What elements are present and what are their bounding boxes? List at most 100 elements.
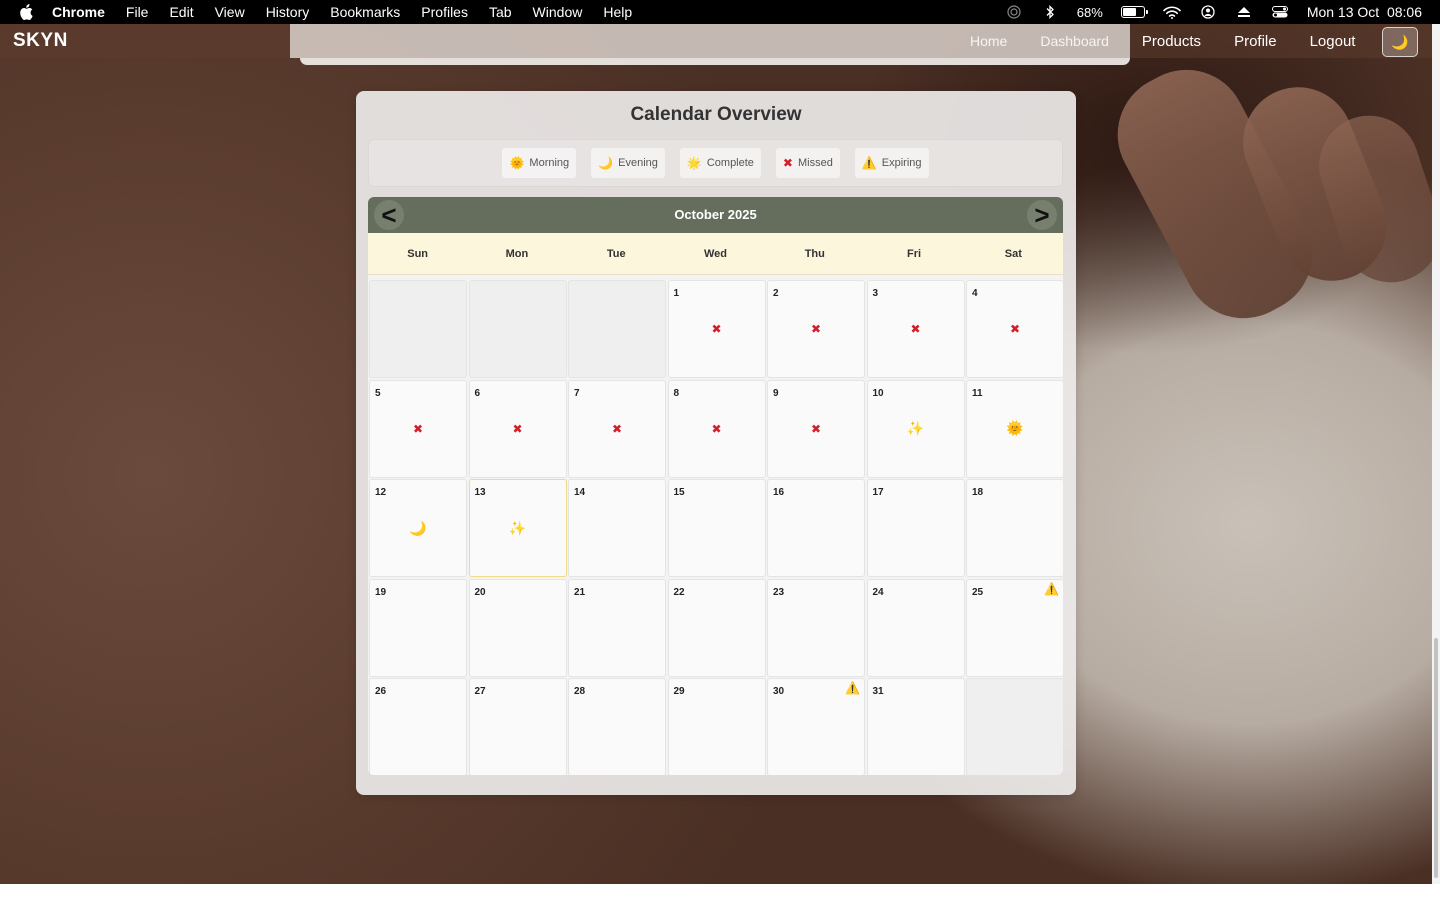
menu-view[interactable]: View — [215, 4, 245, 20]
day-number: 17 — [872, 487, 884, 498]
month-label: October 2025 — [674, 207, 757, 222]
calendar-day-cell[interactable]: 13 ✨ — [468, 479, 567, 577]
page-scrollbar[interactable] — [1432, 24, 1440, 884]
nav-dashboard[interactable]: Dashboard — [1040, 33, 1109, 49]
calendar-day-cell[interactable]: 31 — [866, 678, 965, 775]
bluetooth-icon[interactable] — [1041, 5, 1059, 19]
theme-toggle-button[interactable]: 🌙 — [1382, 27, 1418, 57]
menu-window[interactable]: Window — [533, 4, 583, 20]
menubar-status-area: 68% Mon 13 Oct 08:06 — [1005, 0, 1422, 24]
cross-icon: ✖ — [711, 421, 722, 436]
day-number: 23 — [773, 586, 785, 598]
sun-icon: 🌞 — [509, 156, 525, 170]
calendar-day-cell[interactable]: 8 ✖ — [667, 379, 766, 478]
calendar-empty-cell — [468, 280, 567, 378]
calendar-day-cell[interactable]: 12 🌙 — [369, 479, 467, 577]
weekday-mon: Mon — [505, 247, 529, 260]
airdrop-icon[interactable] — [1005, 5, 1023, 19]
cross-icon: ✖ — [412, 421, 424, 436]
nav-profile[interactable]: Profile — [1234, 33, 1277, 50]
legend-expiring: ⚠️ Expiring — [854, 148, 929, 178]
weekday-fri: Fri — [907, 247, 922, 260]
calendar-day-cell[interactable]: 15 — [667, 479, 766, 577]
battery-icon[interactable] — [1120, 6, 1148, 18]
day-number: 26 — [375, 686, 387, 697]
day-number: 18 — [972, 487, 984, 498]
legend-label: Complete — [706, 157, 754, 169]
day-number: 30 — [773, 686, 785, 697]
calendar-day-cell[interactable]: 16 — [767, 479, 865, 577]
cross-icon: ✖ — [810, 322, 822, 336]
calendar-day-cell[interactable]: 2 ✖ — [767, 280, 865, 378]
sparkles-icon: ✨ — [906, 420, 925, 436]
day-number: 24 — [872, 586, 884, 598]
calendar-day-cell[interactable]: 17 — [866, 479, 965, 577]
calendar-day-cell[interactable]: 1 ✖ — [667, 280, 766, 378]
macos-menubar: Chrome File Edit View History Bookmarks … — [0, 0, 1440, 24]
calendar-day-cell[interactable]: 11 🌞 — [966, 379, 1063, 478]
calendar-day-cell[interactable]: 14 — [568, 479, 666, 577]
sparkles-icon: ✨ — [508, 519, 527, 536]
calendar-day-cell[interactable]: 25 ⚠️ — [966, 578, 1063, 677]
calendar-day-cell[interactable]: 7 ✖ — [568, 379, 666, 478]
calendar-day-cell[interactable]: 19 — [369, 578, 467, 677]
weekday-sat: Sat — [1004, 247, 1022, 260]
calendar-day-cell[interactable]: 21 — [568, 578, 666, 677]
page-bottom-edge — [0, 884, 1440, 900]
menu-history[interactable]: History — [266, 4, 310, 20]
calendar-widget: < October 2025 > Sun Mon Tue Wed Thu Fri… — [368, 197, 1063, 775]
calendar-day-cell[interactable]: 9 ✖ — [767, 379, 865, 478]
menu-file[interactable]: File — [126, 4, 149, 20]
eject-icon[interactable] — [1235, 5, 1253, 19]
calendar-day-grid: 1 ✖ 2 ✖ 3 ✖ 4 ✖ 5 ✖ 6 ✖ 7 ✖ 8 ✖ 9 ✖ 10 ✨ 11 🌞 12 🌙 13 ✨ 14 15 16 17 18… — [369, 280, 1063, 775]
calendar-day-cell[interactable]: 29 — [667, 678, 766, 775]
cross-icon: ✖ — [910, 322, 921, 336]
user-account-icon[interactable] — [1199, 5, 1217, 19]
apple-logo-icon[interactable] — [18, 4, 34, 20]
calendar-day-cell[interactable]: 30 ⚠️ — [767, 678, 865, 775]
calendar-day-cell[interactable]: 22 — [667, 578, 766, 677]
control-center-icon[interactable] — [1271, 5, 1289, 19]
day-number: 14 — [574, 487, 586, 498]
brand-logo[interactable]: SKYN — [13, 30, 68, 52]
calendar-empty-cell — [369, 280, 467, 378]
legend-missed: ✖ Missed — [775, 148, 840, 178]
menu-bookmarks[interactable]: Bookmarks — [330, 4, 400, 20]
scrollbar-thumb[interactable] — [1434, 638, 1438, 878]
menu-chrome[interactable]: Chrome — [52, 4, 105, 20]
menu-profiles[interactable]: Profiles — [421, 4, 468, 20]
cross-icon: ✖ — [782, 156, 793, 170]
legend-label: Evening — [618, 157, 658, 169]
nav-home[interactable]: Home — [970, 33, 1007, 49]
calendar-day-cell[interactable]: 20 — [468, 578, 567, 677]
menu-help[interactable]: Help — [603, 4, 632, 20]
calendar-title: Calendar Overview — [630, 104, 802, 125]
calendar-day-cell[interactable]: 28 — [568, 678, 666, 775]
warning-icon: ⚠️ — [845, 681, 860, 695]
menu-tab[interactable]: Tab — [489, 4, 512, 20]
calendar-empty-cell — [966, 678, 1063, 775]
next-month-button[interactable]: > — [1027, 200, 1057, 230]
legend-evening: 🌙 Evening — [591, 148, 665, 178]
calendar-day-cell[interactable]: 23 — [767, 578, 865, 677]
calendar-day-cell[interactable]: 5 ✖ — [369, 379, 467, 478]
calendar-day-cell[interactable]: 3 ✖ — [866, 280, 965, 378]
calendar-day-cell[interactable]: 10 ✨ — [866, 379, 965, 478]
day-number: 20 — [474, 586, 486, 598]
calendar-day-cell[interactable]: 18 — [966, 479, 1063, 577]
menu-edit[interactable]: Edit — [169, 4, 193, 20]
day-number: 27 — [474, 686, 486, 697]
legend-label: Morning — [529, 157, 570, 169]
calendar-day-cell[interactable]: 6 ✖ — [468, 379, 567, 478]
calendar-day-cell[interactable]: 27 — [468, 678, 567, 775]
legend-label: Expiring — [881, 157, 922, 169]
wifi-icon[interactable] — [1163, 5, 1181, 19]
nav-logout[interactable]: Logout — [1310, 33, 1356, 50]
menubar-datetime[interactable]: Mon 13 Oct 08:06 — [1307, 4, 1422, 20]
day-number: 15 — [673, 487, 685, 498]
nav-products[interactable]: Products — [1142, 33, 1201, 50]
previous-card-edge — [300, 58, 1130, 65]
calendar-day-cell[interactable]: 4 ✖ — [966, 280, 1063, 378]
calendar-day-cell[interactable]: 26 — [369, 678, 467, 775]
calendar-day-cell[interactable]: 24 — [866, 578, 965, 677]
